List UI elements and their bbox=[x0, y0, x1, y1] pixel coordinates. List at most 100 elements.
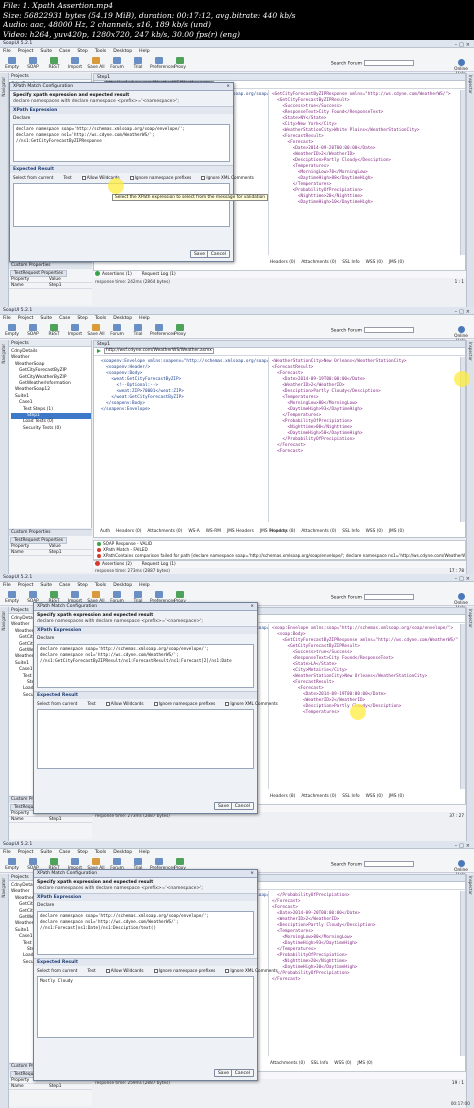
property-row[interactable]: Name Step1 bbox=[9, 1084, 92, 1090]
cancel-button[interactable]: Cancel bbox=[230, 802, 254, 810]
response-tab[interactable]: WSS (0) bbox=[366, 260, 383, 265]
toolbar-empty-button[interactable]: Empty bbox=[3, 57, 21, 70]
xpath-expression-input[interactable]: declare namespace soap='http://schemas.x… bbox=[37, 644, 254, 688]
response-tab[interactable]: JMS (0) bbox=[389, 260, 404, 265]
option-4[interactable]: Ignore XML Comments bbox=[201, 175, 259, 180]
property-row[interactable]: Name Step1 bbox=[9, 283, 92, 289]
toolbar-empty-button[interactable]: Empty bbox=[3, 591, 21, 604]
response-tab[interactable]: JMS (0) bbox=[389, 529, 404, 534]
menu-file[interactable]: File bbox=[3, 316, 11, 321]
inspector-sidebar[interactable]: Inspector bbox=[466, 73, 474, 307]
response-xml-pane[interactable]: <GetCityForecastByZIPResponse xmlns="htt… bbox=[268, 90, 458, 255]
close-icon[interactable]: × bbox=[250, 870, 254, 878]
menu-case[interactable]: Case bbox=[59, 850, 70, 855]
toolbar-rest-button[interactable]: REST bbox=[45, 324, 63, 337]
expected-result-input[interactable]: Mostly Cloudy bbox=[37, 976, 254, 1038]
search-input[interactable] bbox=[364, 327, 414, 333]
checkbox[interactable] bbox=[105, 969, 110, 973]
declare-button[interactable]: Declare bbox=[34, 901, 257, 910]
menu-help[interactable]: Help bbox=[139, 583, 149, 588]
response-tab[interactable]: SSL Info bbox=[342, 260, 359, 265]
checkbox[interactable] bbox=[201, 176, 206, 180]
response-scrollbar[interactable] bbox=[460, 624, 465, 789]
option-3[interactable]: Ignore namespace prefixes bbox=[153, 968, 221, 973]
option-1[interactable]: Test bbox=[87, 701, 100, 706]
request-log-tab[interactable]: Request Log (1) bbox=[142, 562, 176, 567]
response-tab[interactable]: Headers (0) bbox=[270, 260, 295, 265]
cancel-button[interactable]: Cancel bbox=[206, 250, 230, 258]
menu-case[interactable]: Case bbox=[59, 583, 70, 588]
menu-step[interactable]: Step bbox=[77, 316, 87, 321]
request-tab[interactable]: Auth bbox=[100, 529, 110, 534]
response-tab[interactable]: Attachments (0) bbox=[301, 794, 336, 799]
response-tab[interactable]: WSS (0) bbox=[366, 529, 383, 534]
request-tab[interactable]: Attachments (0) bbox=[147, 529, 182, 534]
menu-step[interactable]: Step bbox=[77, 49, 87, 54]
option-0[interactable]: Select from current bbox=[13, 175, 58, 180]
response-tab[interactable]: Attachments (0) bbox=[301, 260, 336, 265]
response-tab[interactable]: Attachments (0) bbox=[301, 529, 336, 534]
option-0[interactable]: Select from current bbox=[37, 701, 82, 706]
navigator-sidebar[interactable]: Navigator bbox=[0, 73, 9, 307]
toolbar-soap-button[interactable]: SOAP bbox=[24, 324, 42, 337]
toolbar-soap-button[interactable]: SOAP bbox=[24, 57, 42, 70]
menu-case[interactable]: Case bbox=[59, 316, 70, 321]
toolbar-save-all-button[interactable]: Save All bbox=[87, 324, 105, 337]
toolbar-empty-button[interactable]: Empty bbox=[3, 858, 21, 871]
declare-button[interactable]: Declare bbox=[34, 634, 257, 643]
toolbar-forum-button[interactable]: Forum bbox=[108, 324, 126, 337]
option-3[interactable]: Ignore namespace prefixes bbox=[129, 175, 197, 180]
request-log-tab[interactable]: Request Log (1) bbox=[142, 272, 176, 277]
menu-step[interactable]: Step bbox=[77, 583, 87, 588]
menu-suite[interactable]: Suite bbox=[40, 316, 52, 321]
checkbox[interactable] bbox=[153, 969, 158, 973]
menu-tools[interactable]: Tools bbox=[95, 850, 106, 855]
option-1[interactable]: Test bbox=[63, 175, 76, 180]
response-tab[interactable]: JMS (0) bbox=[357, 1061, 372, 1066]
navigator-sidebar[interactable]: Navigator bbox=[0, 340, 9, 574]
request-tab[interactable]: JMS Headers bbox=[227, 529, 254, 534]
toolbar-preferences-button[interactable]: Preferences bbox=[150, 324, 175, 337]
menu-suite[interactable]: Suite bbox=[40, 49, 52, 54]
response-tab[interactable]: SSL Info bbox=[311, 1061, 328, 1066]
search-input[interactable] bbox=[364, 60, 414, 66]
close-icon[interactable]: × bbox=[226, 83, 230, 91]
request-tab[interactable]: JMS Property bbox=[260, 529, 287, 534]
response-scrollbar[interactable] bbox=[460, 891, 465, 1056]
request-tab[interactable]: WS-RM bbox=[206, 529, 221, 534]
toolbar-proxy-button[interactable]: Proxy bbox=[171, 324, 189, 337]
menu-desktop[interactable]: Desktop bbox=[113, 49, 132, 54]
assertion-item[interactable]: XPathContains comparison failed for path… bbox=[97, 553, 465, 559]
menu-desktop[interactable]: Desktop bbox=[113, 316, 132, 321]
response-tab[interactable]: Attachments (0) bbox=[270, 1061, 305, 1066]
response-tab[interactable]: WSS (0) bbox=[334, 1061, 351, 1066]
toolbar-preferences-button[interactable]: Preferences bbox=[150, 57, 175, 70]
xpath-expression-input[interactable]: declare namespace soap='http://schemas.x… bbox=[37, 911, 254, 955]
checkbox[interactable] bbox=[105, 702, 110, 706]
request-tab[interactable]: Headers (0) bbox=[116, 529, 141, 534]
menu-file[interactable]: File bbox=[3, 850, 11, 855]
option-1[interactable]: Test bbox=[87, 968, 100, 973]
toolbar-trial-button[interactable]: Trial bbox=[129, 324, 147, 337]
close-icon[interactable]: × bbox=[250, 603, 254, 611]
property-row[interactable]: Name Step1 bbox=[9, 550, 92, 556]
option-3[interactable]: Ignore namespace prefixes bbox=[153, 701, 221, 706]
response-scrollbar[interactable] bbox=[460, 90, 465, 255]
request-tab[interactable]: WS-A bbox=[188, 529, 199, 534]
menu-project[interactable]: Project bbox=[18, 316, 34, 321]
menu-file[interactable]: File bbox=[3, 583, 11, 588]
menu-project[interactable]: Project bbox=[18, 49, 34, 54]
checkbox[interactable] bbox=[153, 702, 158, 706]
toolbar-import-button[interactable]: Import bbox=[66, 57, 84, 70]
response-tab[interactable]: JMS (0) bbox=[389, 794, 404, 799]
search-input[interactable] bbox=[364, 594, 414, 600]
option-4[interactable]: Ignore XML Comments bbox=[225, 968, 283, 973]
option-2[interactable]: Allow Wildcards bbox=[105, 968, 149, 973]
property-row[interactable]: Name Step1 bbox=[9, 817, 92, 823]
menu-help[interactable]: Help bbox=[139, 850, 149, 855]
testrequest-properties-tab[interactable]: TestRequest Properties bbox=[10, 537, 67, 544]
toolbar-rest-button[interactable]: REST bbox=[45, 57, 63, 70]
testrequest-properties-tab[interactable]: TestRequest Properties bbox=[10, 270, 67, 277]
menu-tools[interactable]: Tools bbox=[95, 316, 106, 321]
menu-suite[interactable]: Suite bbox=[40, 583, 52, 588]
